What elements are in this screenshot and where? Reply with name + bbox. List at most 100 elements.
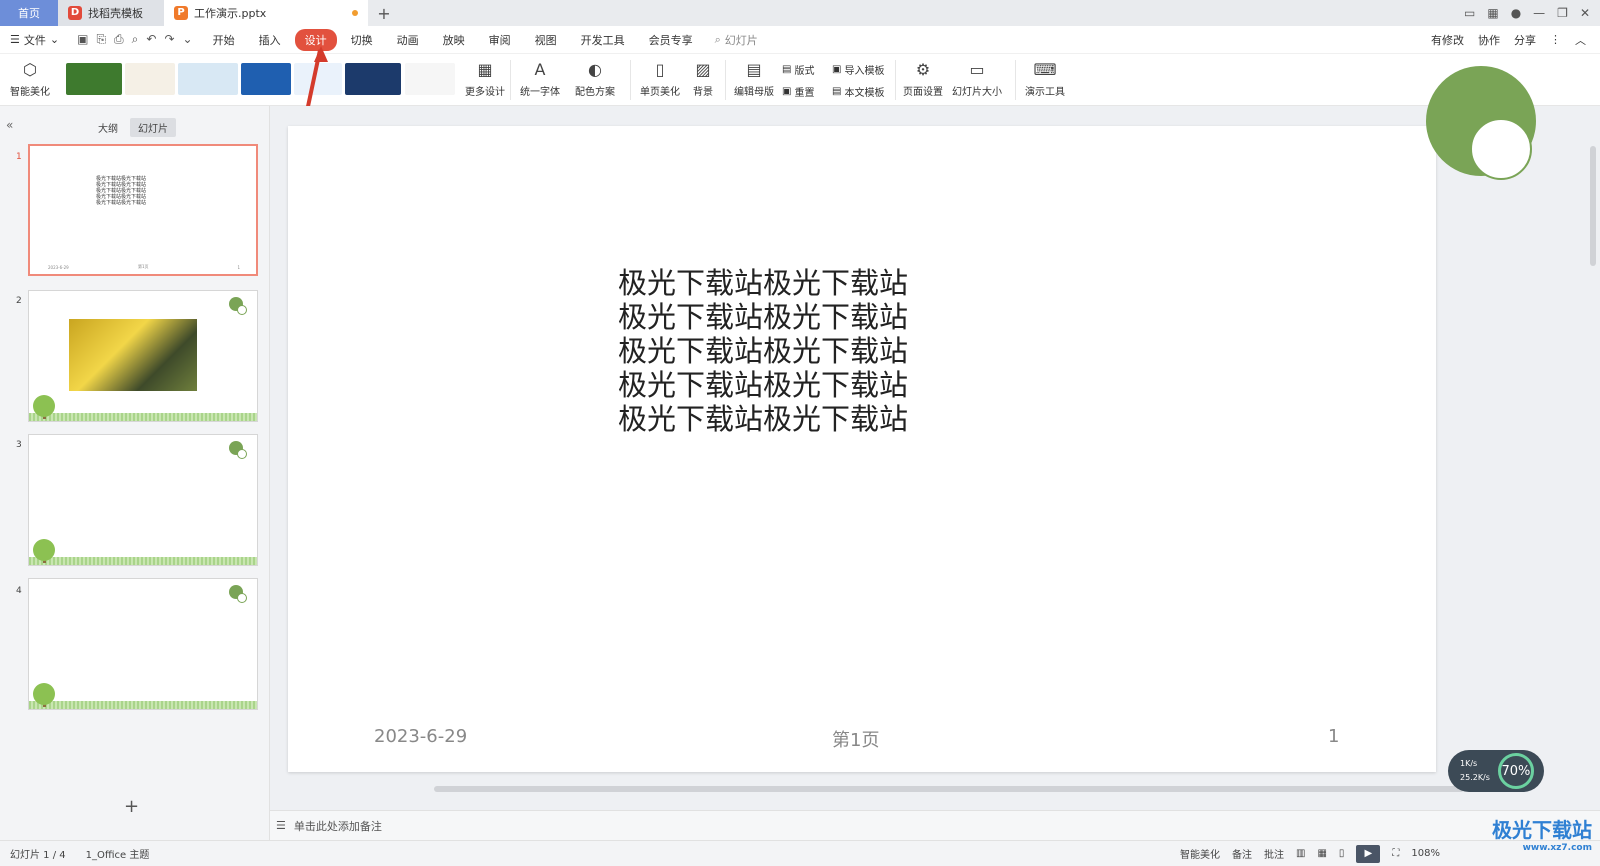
redo-icon[interactable]: ↷ bbox=[164, 32, 174, 47]
tab-slides[interactable]: 幻灯片 bbox=[130, 118, 176, 137]
sorter-view-icon[interactable]: ▦ bbox=[1317, 848, 1326, 859]
minimize-icon[interactable]: — bbox=[1533, 6, 1545, 20]
slide-thumbnail-4[interactable] bbox=[28, 578, 258, 710]
tools-icon: ⌨ bbox=[1033, 59, 1057, 79]
reset-button[interactable]: ▣ 重置 bbox=[782, 84, 814, 99]
modified-button[interactable]: 有修改 bbox=[1431, 32, 1464, 48]
notes-pane[interactable]: ☰ 单击此处添加备注 bbox=[270, 810, 1600, 840]
menu-insert[interactable]: 插入 bbox=[249, 29, 291, 51]
design-ribbon: ⬡ 智能美化 ▦ 更多设计 A 统一字体 ◐ 配色方案 ▯ 单页美化 ▨ 背景 … bbox=[0, 54, 1600, 106]
template-thumb-3[interactable] bbox=[178, 63, 238, 95]
template-thumb-2[interactable] bbox=[125, 63, 175, 95]
notes-toggle[interactable]: 备注 bbox=[1232, 846, 1252, 861]
tab-outline[interactable]: 大纲 bbox=[90, 118, 126, 137]
close-icon[interactable]: ✕ bbox=[1580, 6, 1590, 20]
net-speed-readout: 1K/s 25.2K/s bbox=[1448, 757, 1490, 785]
tab-docer-templates[interactable]: D 找稻壳模板 bbox=[58, 0, 164, 26]
customize-icon[interactable]: ⌄ bbox=[183, 32, 193, 47]
menu-slideshow[interactable]: 放映 bbox=[433, 29, 475, 51]
slide-thumbnail-1[interactable]: 极光下载站极光下载站 极光下载站极光下载站 极光下载站极光下载站 极光下载站极光… bbox=[28, 144, 258, 276]
cpu-percent: 70% bbox=[1497, 753, 1534, 789]
theme-name[interactable]: 1_Office 主题 bbox=[76, 846, 160, 861]
fit-icon[interactable]: ⛶ bbox=[1392, 848, 1399, 859]
preview-icon[interactable]: ⌕ bbox=[132, 32, 139, 47]
watermark-brand: 极光下载站 bbox=[1492, 818, 1592, 842]
slide-size-button[interactable]: ▭ 幻灯片大小 bbox=[952, 58, 1002, 99]
normal-view-icon[interactable]: ▥ bbox=[1296, 848, 1305, 859]
grid-icon: ▦ bbox=[477, 59, 493, 79]
slide-thumbnail-2[interactable] bbox=[28, 290, 258, 422]
new-tab-button[interactable]: + bbox=[368, 0, 400, 26]
download-speed: 25.2K/s bbox=[1460, 773, 1490, 782]
avatar[interactable]: ● bbox=[1511, 6, 1521, 20]
menu-view[interactable]: 视图 bbox=[525, 29, 567, 51]
slide-thumbnail-3[interactable] bbox=[28, 434, 258, 566]
tab-document[interactable]: P 工作演示.pptx bbox=[164, 0, 368, 26]
export-icon[interactable]: ⎘ bbox=[96, 32, 106, 47]
color-scheme-button[interactable]: ◐ 配色方案 bbox=[575, 58, 615, 99]
slide-body-text[interactable]: 极光下载站极光下载站 极光下载站极光下载站 极光下载站极光下载站 极光下载站极光… bbox=[618, 266, 908, 436]
background-button[interactable]: ▨ 背景 bbox=[692, 58, 714, 99]
slide-page-label[interactable]: 第1页 bbox=[832, 726, 879, 752]
single-page-beautify-label: 单页美化 bbox=[640, 87, 680, 98]
smart-beautify-status[interactable]: 智能美化 bbox=[1180, 846, 1220, 861]
deco-circle bbox=[1470, 118, 1532, 180]
ribbon-divider bbox=[895, 60, 896, 100]
text-template-button[interactable]: ▤ 本文模板 bbox=[832, 84, 884, 99]
presentation-tools-button[interactable]: ⌨ 演示工具 bbox=[1025, 58, 1065, 99]
horizontal-scrollbar[interactable] bbox=[434, 786, 1464, 792]
template-thumb-1[interactable] bbox=[66, 63, 122, 95]
layout-button[interactable]: ▤ 版式 bbox=[782, 62, 814, 77]
ginkgo-photo bbox=[69, 319, 197, 391]
smart-beautify-button[interactable]: ⬡ 智能美化 bbox=[10, 58, 50, 99]
slide-date[interactable]: 2023-6-29 bbox=[374, 726, 467, 747]
ribbon-divider bbox=[1015, 60, 1016, 100]
save-icon[interactable]: ▣ bbox=[77, 32, 88, 47]
apps-icon[interactable]: ▦ bbox=[1487, 6, 1498, 20]
menu-member[interactable]: 会员专享 bbox=[639, 29, 703, 51]
file-menu[interactable]: ☰ 文件 ⌄ bbox=[0, 32, 69, 48]
page-setup-button[interactable]: ⚙ 页面设置 bbox=[903, 58, 943, 99]
menu-review[interactable]: 审阅 bbox=[479, 29, 521, 51]
vertical-scrollbar[interactable] bbox=[1590, 146, 1596, 266]
menu-home[interactable]: 开始 bbox=[203, 29, 245, 51]
single-page-beautify-button[interactable]: ▯ 单页美化 bbox=[640, 58, 680, 99]
text-template-icon: ▤ bbox=[832, 86, 842, 97]
page-setup-label: 页面设置 bbox=[903, 87, 943, 98]
slide-number: 1 bbox=[16, 152, 22, 162]
comments-toggle[interactable]: 批注 bbox=[1264, 846, 1284, 861]
share-button[interactable]: 分享 bbox=[1514, 32, 1536, 48]
slide-number[interactable]: 1 bbox=[1328, 726, 1339, 747]
collapse-ribbon-icon[interactable]: ︿ bbox=[1575, 32, 1586, 48]
slide-number: 3 bbox=[16, 440, 22, 450]
menu-animation[interactable]: 动画 bbox=[387, 29, 429, 51]
template-thumb-4[interactable] bbox=[241, 63, 291, 95]
print-icon[interactable]: ⎙ bbox=[114, 32, 124, 47]
play-button[interactable]: ▶ bbox=[1356, 844, 1381, 863]
search-box[interactable]: ⌕ 幻灯片 bbox=[715, 32, 758, 48]
thumb-number: 1 bbox=[237, 265, 240, 270]
add-slide-button[interactable]: + bbox=[124, 796, 139, 817]
tab-home[interactable]: 首页 bbox=[0, 0, 58, 26]
reading-view-icon[interactable]: ▯ bbox=[1339, 848, 1345, 859]
hamburger-icon: ☰ bbox=[10, 33, 20, 46]
menu-transition[interactable]: 切换 bbox=[341, 29, 383, 51]
more-icon[interactable]: ⋮ bbox=[1550, 33, 1561, 46]
layout-icon[interactable]: ▭ bbox=[1464, 6, 1475, 20]
template-thumb-6[interactable] bbox=[345, 63, 401, 95]
undo-icon[interactable]: ↶ bbox=[146, 32, 156, 47]
import-template-button[interactable]: ▣ 导入模板 bbox=[832, 62, 884, 77]
more-design-button[interactable]: ▦ 更多设计 bbox=[465, 58, 505, 99]
unify-font-button[interactable]: A 统一字体 bbox=[520, 58, 560, 99]
edit-master-button[interactable]: ▤ 编辑母版 bbox=[734, 58, 774, 99]
menu-developer[interactable]: 开发工具 bbox=[571, 29, 635, 51]
import-template-label: 导入模板 bbox=[844, 66, 885, 77]
restore-icon[interactable]: ❐ bbox=[1557, 6, 1568, 20]
collaborate-button[interactable]: 协作 bbox=[1478, 32, 1500, 48]
zoom-level[interactable]: 108% bbox=[1411, 848, 1440, 859]
notes-placeholder[interactable]: 单击此处添加备注 bbox=[294, 818, 382, 834]
collapse-panel-icon[interactable]: « bbox=[6, 118, 13, 132]
template-thumb-7[interactable] bbox=[405, 63, 455, 95]
grass-decoration bbox=[29, 701, 257, 709]
current-slide[interactable]: 极光下载站极光下载站 极光下载站极光下载站 极光下载站极光下载站 极光下载站极光… bbox=[288, 126, 1436, 772]
